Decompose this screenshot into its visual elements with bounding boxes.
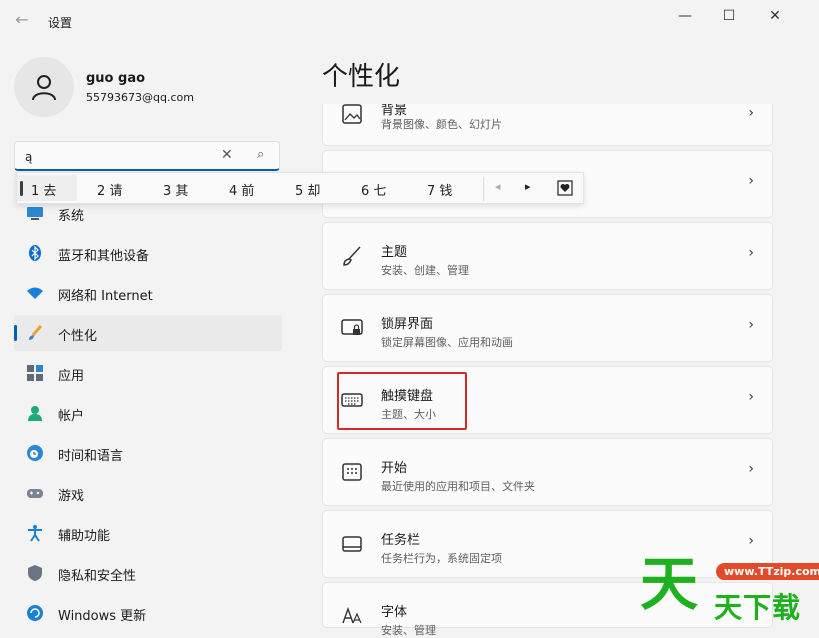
card-title: 锁屏界面 (381, 317, 434, 332)
card-subtitle: 安装、创建、管理 (381, 264, 469, 277)
card-title: 任务栏 (381, 533, 421, 548)
brush-icon (343, 246, 361, 266)
setting-card-taskbar[interactable]: 任务栏 任务栏行为，系统固定项 › (322, 510, 773, 578)
card-subtitle: 锁定屏幕图像、应用和动画 (381, 336, 513, 349)
shield-icon (28, 565, 42, 581)
start-icon (342, 463, 362, 481)
gamepad-icon (27, 489, 43, 498)
sidebar-item-label: 隐私和安全性 (58, 569, 137, 584)
user-name: guo gao (86, 71, 146, 86)
chevron-right-icon: › (748, 173, 754, 189)
sidebar-item-label: Windows 更新 (58, 609, 147, 624)
setting-card-fonts[interactable]: 字体 安装、管理 (322, 582, 773, 637)
card-subtitle: 最近使用的应用和项目、文件夹 (381, 480, 535, 493)
sidebar-item-label: 辅助功能 (58, 529, 111, 544)
minimize-button[interactable]: — (670, 6, 700, 26)
active-indicator (14, 325, 17, 341)
ime-candidate[interactable]: 3 其 (163, 180, 188, 199)
watermark-logo: 天 (640, 550, 699, 618)
sidebar-item-bluetooth[interactable]: 蓝牙和其他设备 (14, 235, 282, 271)
sidebar-item-network[interactable]: 网络和 Internet (14, 275, 282, 311)
heart-icon[interactable] (557, 180, 573, 196)
chevron-right-icon: › (748, 105, 754, 121)
clear-icon[interactable]: ✕ (221, 147, 233, 163)
setting-card-themes[interactable]: 主题 安装、创建、管理 › (322, 222, 773, 290)
prev-page-icon[interactable]: ◂ (495, 180, 501, 193)
sidebar-item-apps[interactable]: 应用 (14, 355, 282, 391)
sidebar-item-personalization[interactable]: 个性化 (14, 315, 282, 351)
chevron-right-icon: › (748, 533, 754, 549)
ime-candidate[interactable]: 1 去 (31, 180, 56, 199)
card-subtitle: 背景图像、颜色、幻灯片 (381, 118, 502, 131)
card-subtitle: 安装、管理 (381, 624, 436, 637)
sidebar-item-label: 个性化 (58, 329, 98, 344)
card-subtitle: 任务栏行为，系统固定项 (381, 552, 502, 565)
watermark-text: 天下载 (714, 591, 802, 624)
candidate-cursor (20, 181, 23, 196)
font-icon (342, 606, 362, 624)
account-icon (28, 406, 42, 421)
update-icon (27, 605, 43, 621)
sidebar-item-label: 应用 (58, 369, 85, 384)
next-page-icon[interactable]: ▸ (525, 180, 531, 193)
sidebar-item-label: 游戏 (58, 489, 85, 504)
card-title: 主题 (381, 245, 408, 260)
watermark-url: www.TTzip.com (716, 563, 819, 580)
clock-globe-icon (27, 445, 43, 461)
page-title: 个性化 (322, 62, 401, 92)
sidebar-item-time-language[interactable]: 时间和语言 (14, 435, 282, 471)
sidebar-item-accessibility[interactable]: 辅助功能 (14, 515, 282, 551)
maximize-button[interactable]: ☐ (714, 6, 744, 26)
search-input[interactable]: ą (25, 150, 32, 164)
chevron-right-icon: › (748, 245, 754, 261)
search-icon[interactable]: ⌕ (257, 147, 264, 162)
avatar[interactable] (14, 57, 74, 117)
ime-candidate[interactable]: 4 前 (229, 180, 254, 199)
ime-candidate[interactable]: 5 却 (295, 180, 320, 199)
sidebar-item-accounts[interactable]: 帐户 (14, 395, 282, 431)
sidebar-item-label: 系统 (58, 209, 85, 224)
close-button[interactable]: ✕ (760, 6, 790, 26)
ime-candidate[interactable]: 2 请 (97, 180, 122, 199)
sidebar-item-gaming[interactable]: 游戏 (14, 475, 282, 511)
bluetooth-icon (29, 245, 41, 261)
sidebar-item-privacy[interactable]: 隐私和安全性 (14, 555, 282, 591)
search-box[interactable]: ą ✕ ⌕ (14, 141, 280, 171)
wifi-icon (27, 287, 43, 299)
lockscreen-icon (341, 319, 363, 335)
user-email: 55793673@qq.com (86, 91, 194, 104)
sidebar-item-label: 帐户 (58, 409, 85, 424)
ime-candidate[interactable]: 7 钱 (427, 180, 452, 199)
person-icon (32, 75, 56, 101)
window-title: 设置 (48, 16, 73, 30)
system-icon (27, 207, 43, 220)
highlight-box (337, 372, 467, 430)
ime-candidate[interactable]: 6 七 (361, 180, 386, 199)
setting-card-start[interactable]: 开始 最近使用的应用和项目、文件夹 › (322, 438, 773, 506)
setting-card-background[interactable]: 背景 背景图像、颜色、幻灯片 › (322, 104, 773, 146)
taskbar-icon (342, 536, 362, 552)
image-icon (342, 104, 362, 124)
ime-separator (483, 177, 484, 201)
accessibility-icon (28, 525, 42, 542)
card-title: 字体 (381, 605, 408, 620)
chevron-right-icon: › (748, 461, 754, 477)
sidebar-item-label: 网络和 Internet (58, 289, 153, 304)
chevron-right-icon: › (748, 317, 754, 333)
brush-icon (29, 325, 43, 340)
card-title: 开始 (381, 461, 408, 476)
setting-card-lockscreen[interactable]: 锁屏界面 锁定屏幕图像、应用和动画 › (322, 294, 773, 362)
back-button[interactable]: ← (12, 10, 32, 30)
sidebar-item-windows-update[interactable]: Windows 更新 (14, 595, 282, 631)
sidebar-item-label: 蓝牙和其他设备 (58, 249, 150, 264)
apps-icon (27, 365, 43, 381)
ime-candidate-bar: 1 去 2 请 3 其 4 前 5 却 6 七 7 钱 ◂ ▸ (16, 172, 584, 204)
chevron-right-icon: › (748, 389, 754, 405)
sidebar-item-label: 时间和语言 (58, 449, 124, 464)
